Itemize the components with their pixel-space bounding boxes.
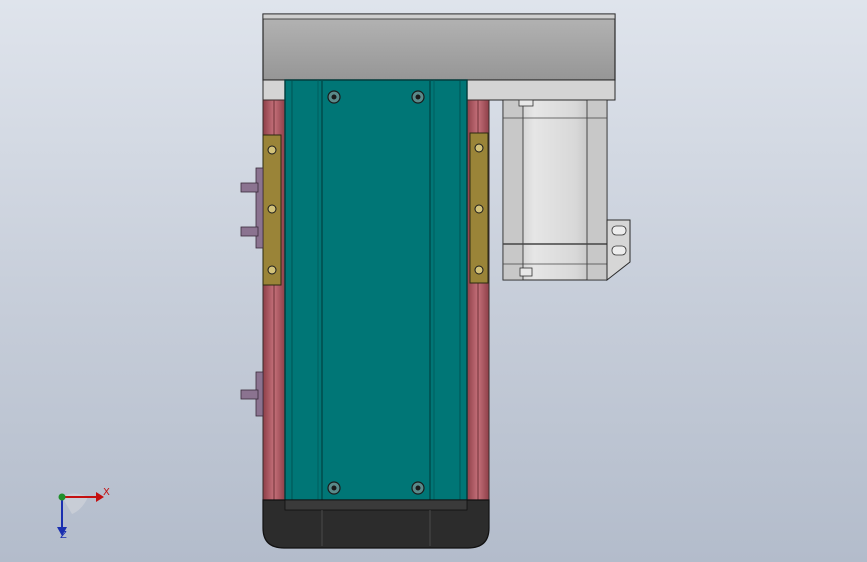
z-axis-label: Z	[60, 530, 67, 541]
bolt-icon	[327, 481, 341, 495]
left-sensor-brackets[interactable]	[240, 167, 264, 417]
linear-actuator-model[interactable]	[0, 0, 867, 562]
right-guide-block[interactable]	[469, 132, 489, 284]
motor-connector	[606, 219, 631, 282]
x-axis-label: X	[103, 487, 110, 498]
bolt-icon	[327, 90, 341, 104]
cad-viewport[interactable]: X Z	[0, 0, 867, 562]
servo-motor[interactable]	[502, 99, 631, 282]
left-guide-block[interactable]	[262, 134, 282, 286]
carriage-plate[interactable]	[284, 79, 468, 511]
y-axis-icon	[58, 493, 66, 501]
bolt-icon	[411, 481, 425, 495]
bottom-end-cap[interactable]	[262, 499, 490, 549]
bolt-icon	[411, 90, 425, 104]
